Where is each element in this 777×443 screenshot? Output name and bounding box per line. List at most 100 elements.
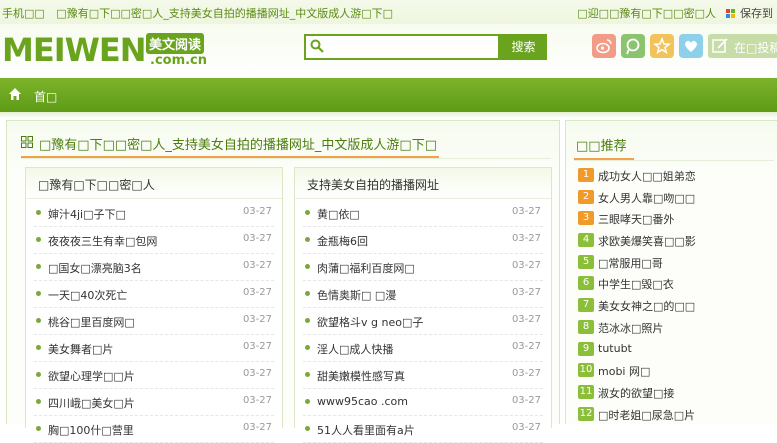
welcome-text: □迎□□豫有□下□□密□人 [577, 7, 716, 20]
article-title[interactable]: 色情奥斯□ □漫 [317, 287, 396, 303]
list-item[interactable]: 夜夜夜三生有幸□包网 03-27 [34, 227, 274, 254]
windows-icon [725, 9, 735, 18]
article-date: 03-27 [511, 233, 541, 244]
nav-home-link[interactable]: 首□ [34, 88, 57, 105]
bullet-icon [36, 210, 41, 215]
article-title[interactable]: □国女□漂亮脑3名 [48, 260, 142, 276]
recommend-title[interactable]: 范冰冰□照片 [598, 320, 663, 336]
edit-icon [712, 38, 728, 53]
recommend-item[interactable]: 12 □时老姐□尿急□片 [578, 404, 774, 426]
recommend-item[interactable]: 2 女人男人靠□吻□□ [578, 187, 774, 209]
header: MEIWEN 美文阅读 .com.cn 搜索 在□投稿 [0, 24, 777, 78]
article-date: 03-27 [511, 368, 541, 379]
article-title[interactable]: 51人人看里面有a片 [317, 422, 415, 438]
main-content: □豫有□下□□密□人_支持美女自拍的播播网址_中文版成人游□下□ □豫有□下□□… [6, 120, 560, 443]
recommend-title[interactable]: □常服用□哥 [598, 255, 663, 271]
recommend-item[interactable]: 6 中学生□毁□衣 [578, 273, 774, 295]
recommend-item[interactable]: 7 美女女神之□的□□ [578, 295, 774, 317]
recommend-title[interactable]: 淑女的欲望□接 [598, 385, 674, 401]
list-item[interactable]: 桃谷□里百度网□ 03-27 [34, 308, 274, 335]
column-header: 支持美女自拍的播播网址 [295, 168, 551, 199]
list-item[interactable]: 胸□100什□营里 03-27 [34, 416, 274, 443]
recommend-item[interactable]: 11 淑女的欲望□接 [578, 382, 774, 404]
article-title[interactable]: 夜夜夜三生有幸□包网 [48, 233, 157, 249]
article-title[interactable]: 胸□100什□营里 [48, 422, 134, 438]
recommend-title[interactable]: 求欧美爆笑喜□□影 [598, 233, 696, 249]
logo-chinese: 美文阅读 [146, 33, 205, 54]
recommend-item[interactable]: 9 tutubt [578, 339, 774, 361]
recommend-title[interactable]: 成功女人□□姐弟恋 [598, 168, 696, 184]
list-item[interactable]: 欲望心理学□□片 03-27 [34, 362, 274, 389]
article-title[interactable]: 欲望格斗v g neo□子 [317, 314, 423, 330]
recommend-item[interactable]: 10 mobi 网□ [578, 360, 774, 382]
recommend-title[interactable]: 女人男人靠□吻□□ [598, 190, 695, 206]
list-item[interactable]: 51人人看里面有a片 03-27 [303, 416, 543, 443]
recommend-title[interactable]: tutubt [598, 342, 632, 355]
rank-badge: 5 [578, 254, 594, 269]
article-title[interactable]: 甜美嫩模性感写真 [317, 368, 405, 384]
recommend-item[interactable]: 1 成功女人□□姐弟恋 [578, 165, 774, 187]
home-icon[interactable] [8, 87, 22, 101]
article-title[interactable]: 淫人□成人快播 [317, 341, 393, 357]
grid-icon [21, 136, 33, 148]
bullet-icon [36, 426, 41, 431]
submit-article-button[interactable]: 在□投稿 [708, 34, 777, 58]
column-title[interactable]: □豫有□下□□密□人 [38, 176, 155, 193]
article-title[interactable]: www95cao .com [317, 395, 408, 408]
list-item[interactable]: 甜美嫩模性感写真 03-27 [303, 362, 543, 389]
mobile-link[interactable]: 手机□□ [2, 7, 45, 20]
bullet-icon [36, 372, 41, 377]
list-item[interactable]: 欲望格斗v g neo□子 03-27 [303, 308, 543, 335]
list-item[interactable]: 淫人□成人快播 03-27 [303, 335, 543, 362]
article-title[interactable]: 美女舞者□片 [48, 341, 113, 357]
article-title[interactable]: 金瓶梅6回 [317, 233, 368, 249]
list-item[interactable]: 四川峨□美女□片 03-27 [34, 389, 274, 416]
recommend-item[interactable]: 4 求欧美爆笑喜□□影 [578, 230, 774, 252]
search-box: 搜索 [304, 34, 547, 60]
list-item[interactable]: 色情奥斯□ □漫 03-27 [303, 281, 543, 308]
weibo-icon[interactable] [592, 34, 616, 58]
list-item[interactable]: □国女□漂亮脑3名 03-27 [34, 254, 274, 281]
article-title[interactable]: 一天□40次死亡 [48, 287, 127, 303]
list-item[interactable]: 婶汁4ji□子下□ 03-27 [34, 200, 274, 227]
logo-text: MEIWEN [2, 31, 147, 69]
top-bar: 手机□□ □豫有□下□□密□人_支持美女自拍的播播网址_中文版成人游□下□ □迎… [0, 0, 777, 24]
article-title[interactable]: 婶汁4ji□子下□ [48, 206, 126, 222]
recommend-item[interactable]: 8 范冰冰□照片 [578, 317, 774, 339]
list-item[interactable]: 黄□依□ 03-27 [303, 200, 543, 227]
list-item[interactable]: 肉蒲□福利百度网□ 03-27 [303, 254, 543, 281]
recommend-title[interactable]: □时老姐□尿急□片 [598, 407, 695, 423]
save-to-desktop-link[interactable]: 保存到 [740, 7, 773, 20]
site-title-link[interactable]: □豫有□下□□密□人_支持美女自拍的播播网址_中文版成人游□下□ [56, 7, 393, 20]
article-title[interactable]: 欲望心理学□□片 [48, 368, 135, 384]
column-header: □豫有□下□□密□人 [26, 168, 282, 199]
article-title[interactable]: 黄□依□ [317, 206, 360, 222]
article-date: 03-27 [511, 341, 541, 352]
search-input[interactable] [332, 37, 492, 55]
recommend-title[interactable]: mobi 网□ [598, 363, 650, 379]
article-title[interactable]: 四川峨□美女□片 [48, 395, 135, 411]
list-item[interactable]: 金瓶梅6回 03-27 [303, 227, 543, 254]
star-icon[interactable] [650, 34, 674, 58]
article-date: 03-27 [242, 287, 272, 298]
article-title[interactable]: 肉蒲□福利百度网□ [317, 260, 415, 276]
recommend-title[interactable]: 中学生□毁□衣 [598, 276, 674, 292]
recommend-title[interactable]: 美女女神之□的□□ [598, 298, 695, 314]
article-title[interactable]: 桃谷□里百度网□ [48, 314, 135, 330]
bullet-icon [305, 345, 310, 350]
article-date: 03-27 [511, 287, 541, 298]
list-item[interactable]: 一天□40次死亡 03-27 [34, 281, 274, 308]
top-right: □迎□□豫有□下□□密□人 保存到 [577, 5, 773, 21]
search-button[interactable]: 搜索 [500, 34, 547, 60]
recommend-item[interactable]: 3 三眼哮天□番外 [578, 208, 774, 230]
recommend-item[interactable]: 5 □常服用□哥 [578, 252, 774, 274]
article-date: 03-27 [242, 260, 272, 271]
heart-icon[interactable] [679, 34, 703, 58]
tencent-weibo-icon[interactable] [621, 34, 645, 58]
list-item[interactable]: 美女舞者□片 03-27 [34, 335, 274, 362]
rank-badge: 9 [578, 341, 594, 356]
recommend-list: 1 成功女人□□姐弟恋 2 女人男人靠□吻□□ 3 三眼哮天□番外 4 求欧美爆笑喜□□影 5 □… [578, 165, 774, 425]
list-item[interactable]: www95cao .com 03-27 [303, 389, 543, 416]
column-title[interactable]: 支持美女自拍的播播网址 [307, 176, 439, 193]
recommend-title[interactable]: 三眼哮天□番外 [598, 211, 674, 227]
